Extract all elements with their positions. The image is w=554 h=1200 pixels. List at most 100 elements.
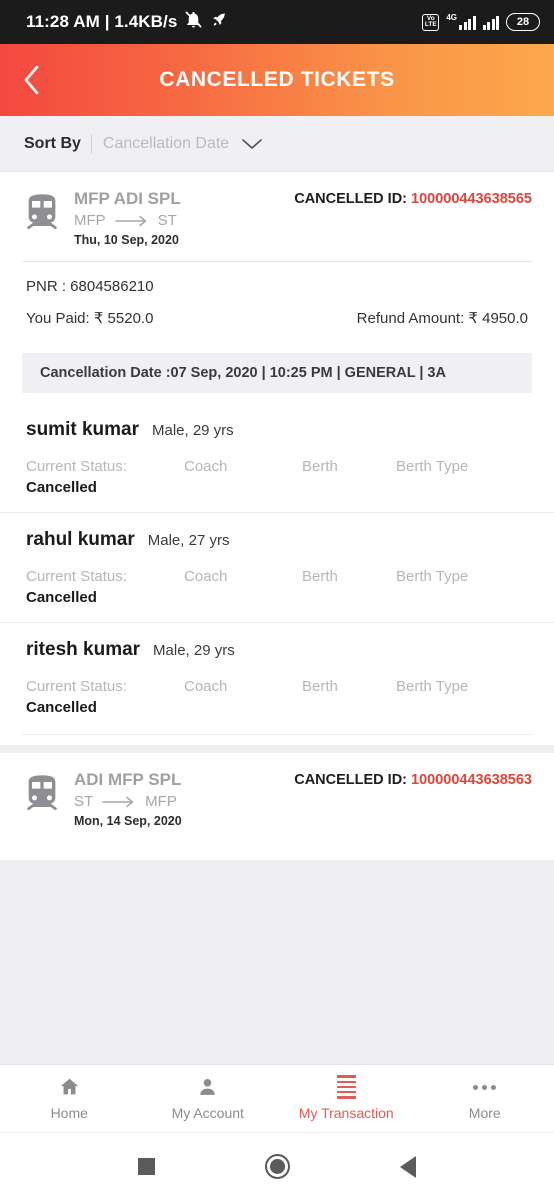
app-header: CANCELLED TICKETS bbox=[0, 44, 554, 116]
travel-date: Mon, 14 Sep, 2020 bbox=[74, 814, 182, 828]
chevron-down-icon[interactable] bbox=[241, 137, 263, 151]
passenger-row: rahul kumar Male, 27 yrs Current Status:… bbox=[0, 512, 554, 622]
sort-value[interactable]: Cancellation Date bbox=[92, 135, 229, 153]
android-navigation-bar bbox=[0, 1132, 554, 1200]
cancelled-ticket-card[interactable]: MFP ADI SPL MFP ST Thu, 10 Sep, 2020 CAN… bbox=[0, 172, 554, 745]
cancelled-id: CANCELLED ID: 100000443638563 bbox=[294, 769, 532, 788]
nav-item-my-account[interactable]: My Account bbox=[139, 1076, 278, 1121]
status-column: Current Status: Cancelled bbox=[26, 567, 184, 608]
volte-icon: Vo LTE bbox=[422, 13, 440, 31]
ticket-header: ADI MFP SPL ST MFP Mon, 14 Sep, 2020 CAN… bbox=[0, 753, 554, 842]
tickets-list[interactable]: MFP ADI SPL MFP ST Thu, 10 Sep, 2020 CAN… bbox=[0, 172, 554, 1064]
card-bottom-spacer bbox=[0, 735, 554, 745]
nav-item-home[interactable]: Home bbox=[0, 1076, 139, 1121]
pnr-number: PNR : 6804586210 bbox=[26, 278, 154, 295]
berth-label: Berth bbox=[302, 568, 338, 585]
ticket-header: MFP ADI SPL MFP ST Thu, 10 Sep, 2020 CAN… bbox=[0, 172, 554, 261]
route-from: ST bbox=[74, 793, 94, 810]
passenger-status-grid: Current Status: Cancelled Coach Berth Be… bbox=[26, 457, 528, 498]
cancelled-id-value: 100000443638563 bbox=[411, 772, 532, 788]
coach-column: Coach bbox=[184, 457, 302, 498]
passenger-name: sumit kumar bbox=[26, 419, 139, 440]
cancelled-id-value: 100000443638565 bbox=[411, 191, 532, 207]
train-name: ADI MFP SPL bbox=[74, 770, 182, 789]
route-from: MFP bbox=[74, 212, 106, 229]
nav-label-more: More bbox=[468, 1105, 501, 1121]
passenger-detail: Male, 29 yrs bbox=[151, 422, 234, 439]
passenger-row: ritesh kumar Male, 29 yrs Current Status… bbox=[0, 622, 554, 732]
triangle-back-icon[interactable] bbox=[400, 1155, 416, 1178]
more-dots-icon bbox=[473, 1076, 497, 1098]
berth-column: Berth bbox=[302, 677, 396, 718]
sort-by-label: Sort By bbox=[24, 134, 81, 152]
phone-screen: 11:28 AM | 1.4KB/s Vo LTE 4G 28 CANCELLE… bbox=[0, 0, 554, 1200]
signal-bars-2-icon bbox=[482, 15, 499, 30]
passenger-row: sumit kumar Male, 29 yrs Current Status:… bbox=[0, 403, 554, 512]
status-bar-right: Vo LTE 4G 28 bbox=[422, 13, 540, 31]
bottom-navigation: Home My Account My Transaction More bbox=[0, 1064, 554, 1132]
travel-date: Thu, 10 Sep, 2020 bbox=[74, 233, 179, 247]
train-icon bbox=[22, 188, 68, 237]
bell-muted-icon bbox=[184, 10, 203, 34]
nav-item-more[interactable]: More bbox=[416, 1076, 554, 1121]
route: MFP ST bbox=[74, 211, 294, 230]
page-title: CANCELLED TICKETS bbox=[159, 68, 395, 91]
route: ST MFP bbox=[74, 792, 294, 811]
passenger-identity: rahul kumar Male, 27 yrs bbox=[26, 529, 528, 551]
berth-type-label: Berth Type bbox=[396, 458, 469, 475]
passenger-identity: sumit kumar Male, 29 yrs bbox=[26, 419, 528, 441]
berth-type-column: Berth Type bbox=[396, 677, 468, 718]
more-dots-glyph bbox=[473, 1084, 497, 1090]
status-column: Current Status: Cancelled bbox=[26, 677, 184, 718]
cancelled-ticket-card[interactable]: ADI MFP SPL ST MFP Mon, 14 Sep, 2020 CAN… bbox=[0, 753, 554, 860]
pnr-and-amounts: PNR : 6804586210 You Paid: ₹ 5520.0 Refu… bbox=[0, 262, 554, 339]
status-time-and-network: 11:28 AM | 1.4KB/s bbox=[26, 12, 178, 31]
berth-type-column: Berth Type bbox=[396, 567, 468, 608]
berth-label: Berth bbox=[302, 678, 338, 695]
volte-bottom-text: LTE bbox=[424, 21, 437, 28]
train-name: MFP ADI SPL bbox=[74, 189, 181, 208]
back-button[interactable] bbox=[0, 44, 62, 116]
passenger-status-grid: Current Status: Cancelled Coach Berth Be… bbox=[26, 677, 528, 718]
nav-label-my-account: My Account bbox=[171, 1105, 244, 1121]
status-bar-left: 11:28 AM | 1.4KB/s bbox=[26, 10, 228, 34]
status-bar: 11:28 AM | 1.4KB/s Vo LTE 4G 28 bbox=[0, 0, 554, 44]
coach-column: Coach bbox=[184, 567, 302, 608]
passenger-name: rahul kumar bbox=[26, 529, 135, 550]
passenger-detail: Male, 29 yrs bbox=[153, 642, 235, 659]
coach-label: Coach bbox=[184, 568, 228, 585]
status-value: Cancelled bbox=[26, 699, 97, 716]
status-column: Current Status: Cancelled bbox=[26, 457, 184, 498]
refund-amount: Refund Amount: ₹ 4950.0 bbox=[356, 310, 528, 327]
berth-label: Berth bbox=[302, 458, 338, 475]
back-chevron-icon bbox=[20, 64, 42, 96]
arrow-right-icon bbox=[102, 796, 136, 808]
rocket-icon bbox=[210, 11, 228, 34]
person-icon bbox=[197, 1076, 218, 1098]
circle-home-icon[interactable] bbox=[265, 1154, 290, 1179]
status-label: Current Status: bbox=[26, 458, 127, 475]
status-label: Current Status: bbox=[26, 568, 127, 585]
passenger-list: sumit kumar Male, 29 yrs Current Status:… bbox=[0, 393, 554, 734]
home-icon bbox=[58, 1076, 81, 1098]
network-type-label: 4G bbox=[446, 12, 457, 22]
square-recents-icon[interactable] bbox=[138, 1158, 155, 1175]
berth-column: Berth bbox=[302, 567, 396, 608]
status-label: Current Status: bbox=[26, 678, 127, 695]
amounts-row: You Paid: ₹ 5520.0 Refund Amount: ₹ 4950… bbox=[26, 309, 528, 327]
berth-column: Berth bbox=[302, 457, 396, 498]
signal-bars-1 bbox=[459, 15, 476, 30]
battery-indicator: 28 bbox=[506, 13, 540, 31]
list-icon bbox=[336, 1075, 356, 1099]
nav-item-my-transaction[interactable]: My Transaction bbox=[277, 1075, 416, 1121]
route-to: MFP bbox=[145, 793, 177, 810]
status-value: Cancelled bbox=[26, 479, 97, 496]
train-meta: ADI MFP SPL ST MFP Mon, 14 Sep, 2020 bbox=[68, 769, 294, 828]
sort-bar[interactable]: Sort By Cancellation Date bbox=[0, 116, 554, 172]
passenger-name: ritesh kumar bbox=[26, 639, 141, 660]
cancelled-id-label: CANCELLED ID: bbox=[294, 191, 407, 207]
train-meta: MFP ADI SPL MFP ST Thu, 10 Sep, 2020 bbox=[68, 188, 294, 247]
coach-label: Coach bbox=[184, 678, 228, 695]
coach-column: Coach bbox=[184, 677, 302, 718]
arrow-right-icon bbox=[114, 215, 149, 227]
